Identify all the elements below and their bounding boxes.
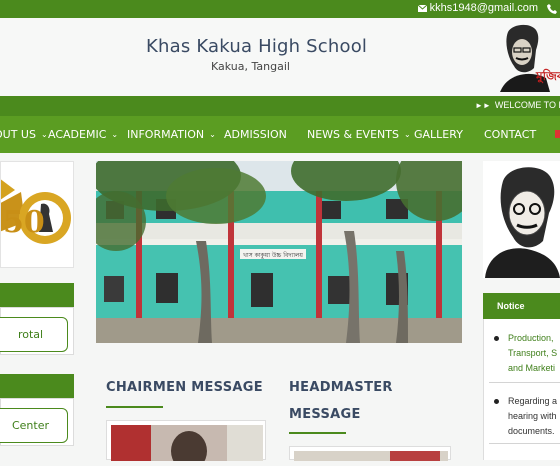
headmaster-message-title: HEADMASTER — [289, 380, 393, 395]
notice-list: Production, Transport, S and Marketi Reg… — [483, 319, 560, 460]
flag-icon[interactable] — [555, 130, 560, 138]
jubilee-emblem: 50 — [0, 161, 74, 268]
school-name[interactable]: Khas Kakua High School — [146, 36, 367, 57]
news-ticker: ►► WELCOME TO Kh — [0, 96, 560, 116]
headmaster-message-title-line2: MESSAGE — [289, 407, 361, 422]
chairman-image — [111, 425, 263, 466]
leader-portrait-image: মুজিব — [500, 22, 560, 92]
chairmen-message-title: CHAIRMEN MESSAGE — [106, 380, 263, 395]
bullet-icon — [494, 336, 499, 341]
main-navigation: OUT US⌄ ACADEMIC⌄ INFORMATION⌄ ADMISSION… — [0, 116, 560, 153]
golden-jubilee-logo: 50 — [0, 178, 71, 244]
top-contact-bar: kkhs1948@gmail.com — [0, 0, 560, 18]
nav-about-us[interactable]: OUT US⌄ — [0, 128, 48, 141]
sidebar-box: Center — [0, 398, 74, 446]
chevron-down-icon: ⌄ — [209, 130, 216, 139]
portal-link-button[interactable]: rotal — [0, 317, 68, 352]
sidebar-heading — [0, 374, 74, 398]
forward-icon: ►► — [475, 100, 491, 110]
chevron-down-icon: ⌄ — [111, 130, 119, 139]
title-underline — [106, 406, 163, 408]
notice-divider — [489, 382, 560, 383]
notice-divider — [489, 443, 560, 444]
nav-academic[interactable]: ACADEMIC ⌄ — [48, 128, 118, 141]
sidebar-heading — [0, 283, 74, 307]
nav-contact[interactable]: CONTACT — [484, 128, 536, 141]
chevron-down-icon: ⌄ — [403, 130, 411, 139]
headmaster-photo — [289, 446, 451, 461]
sidebar-box: rotal — [0, 307, 74, 355]
envelope-icon — [417, 4, 427, 12]
building-sign-text: খাস কাকুয়া উচ্চ বিদ্যালয় — [243, 251, 303, 259]
nav-news-events[interactable]: NEWS & EVENTS ⌄ — [307, 128, 411, 141]
chairmen-photo — [106, 420, 266, 466]
emblem-number: 50 — [3, 205, 45, 240]
nav-gallery[interactable]: GALLERY — [414, 128, 463, 141]
email-link[interactable]: kkhs1948@gmail.com — [417, 2, 538, 14]
nav-information[interactable]: INFORMATION ⌄ — [127, 128, 216, 141]
portrait-caption: মুজিব — [535, 68, 560, 85]
ticker-text[interactable]: WELCOME TO Kh — [495, 100, 560, 110]
phone-icon[interactable] — [547, 4, 557, 14]
site-header: Khas Kakua High School Kakua, Tangail মু… — [0, 18, 560, 96]
leader-sketch-image — [483, 161, 560, 278]
headmaster-image — [294, 451, 448, 461]
center-link-button[interactable]: Center — [0, 408, 68, 443]
notice-heading: Notice — [483, 293, 560, 319]
nav-admission[interactable]: ADMISSION — [224, 128, 287, 141]
chevron-down-icon: ⌄ — [40, 130, 48, 139]
title-underline — [289, 432, 346, 434]
school-building-photo: খাস কাকুয়া উচ্চ বিদ্যালয় — [96, 161, 462, 343]
bullet-icon — [494, 399, 499, 404]
email-text: kkhs1948@gmail.com — [429, 2, 538, 14]
school-location: Kakua, Tangail — [211, 60, 290, 73]
